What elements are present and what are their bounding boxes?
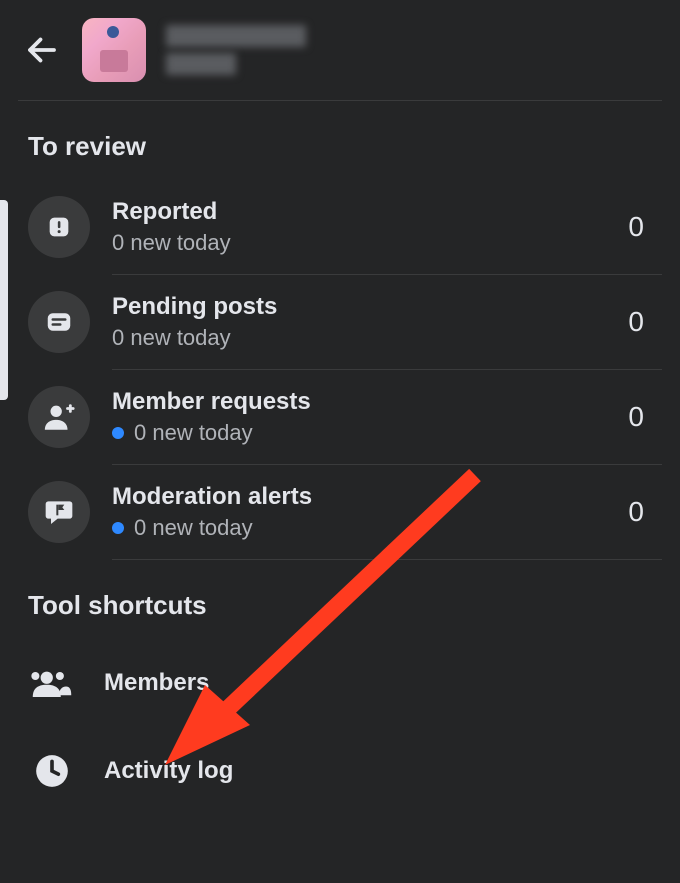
- tool-item-activity-log[interactable]: Activity log: [18, 727, 662, 815]
- chat-flag-icon: [43, 496, 75, 528]
- group-name-redacted: [166, 25, 306, 75]
- exclamation-icon: [45, 213, 73, 241]
- review-text: Moderation alerts 0 new today: [112, 483, 312, 541]
- review-title: Moderation alerts: [112, 483, 312, 511]
- review-text: Member requests 0 new today: [112, 388, 311, 446]
- group-avatar[interactable]: [82, 18, 146, 82]
- arrow-left-icon: [24, 32, 60, 68]
- section-title-tool-shortcuts: Tool shortcuts: [18, 560, 662, 639]
- tool-title: Activity log: [104, 757, 233, 785]
- icon-circle: [28, 481, 90, 543]
- review-item-reported[interactable]: Reported 0 new today 0: [18, 180, 662, 274]
- header: [0, 0, 680, 100]
- review-text: Reported 0 new today: [112, 198, 231, 256]
- scroll-indicator[interactable]: [0, 200, 8, 400]
- review-subtitle: 0 new today: [112, 515, 312, 541]
- clock-icon: [33, 752, 71, 790]
- review-title: Pending posts: [112, 293, 277, 321]
- review-item-member-requests[interactable]: Member requests 0 new today 0: [18, 370, 662, 464]
- blue-dot-indicator: [112, 522, 124, 534]
- review-title: Reported: [112, 198, 231, 226]
- review-body: Moderation alerts 0 new today 0: [112, 483, 652, 541]
- review-body: Reported 0 new today 0: [112, 198, 652, 256]
- blue-dot-indicator: [112, 427, 124, 439]
- review-item-moderation-alerts[interactable]: Moderation alerts 0 new today 0: [18, 465, 662, 559]
- tool-icon-wrapper: [28, 659, 76, 707]
- tool-icon-wrapper: [28, 747, 76, 795]
- review-subtitle: 0 new today: [112, 230, 231, 256]
- content-area: To review Reported 0 new today 0: [0, 101, 680, 815]
- blur-line: [166, 25, 306, 47]
- review-body: Pending posts 0 new today 0: [112, 293, 652, 351]
- post-icon: [44, 307, 74, 337]
- icon-circle: [28, 196, 90, 258]
- review-count: 0: [628, 306, 652, 338]
- tool-title: Members: [104, 669, 209, 697]
- review-body: Member requests 0 new today 0: [112, 388, 652, 446]
- icon-circle: [28, 386, 90, 448]
- icon-circle: [28, 291, 90, 353]
- section-title-to-review: To review: [18, 101, 662, 180]
- tool-item-members[interactable]: Members: [18, 639, 662, 727]
- person-plus-icon: [42, 400, 76, 434]
- review-count: 0: [628, 401, 652, 433]
- review-text: Pending posts 0 new today: [112, 293, 277, 351]
- review-title: Member requests: [112, 388, 311, 416]
- review-subtitle: 0 new today: [112, 420, 311, 446]
- blur-line: [166, 53, 236, 75]
- review-subtitle: 0 new today: [112, 325, 277, 351]
- review-item-pending-posts[interactable]: Pending posts 0 new today 0: [18, 275, 662, 369]
- back-button[interactable]: [22, 30, 62, 70]
- review-count: 0: [628, 211, 652, 243]
- members-icon: [31, 662, 73, 704]
- review-count: 0: [628, 496, 652, 528]
